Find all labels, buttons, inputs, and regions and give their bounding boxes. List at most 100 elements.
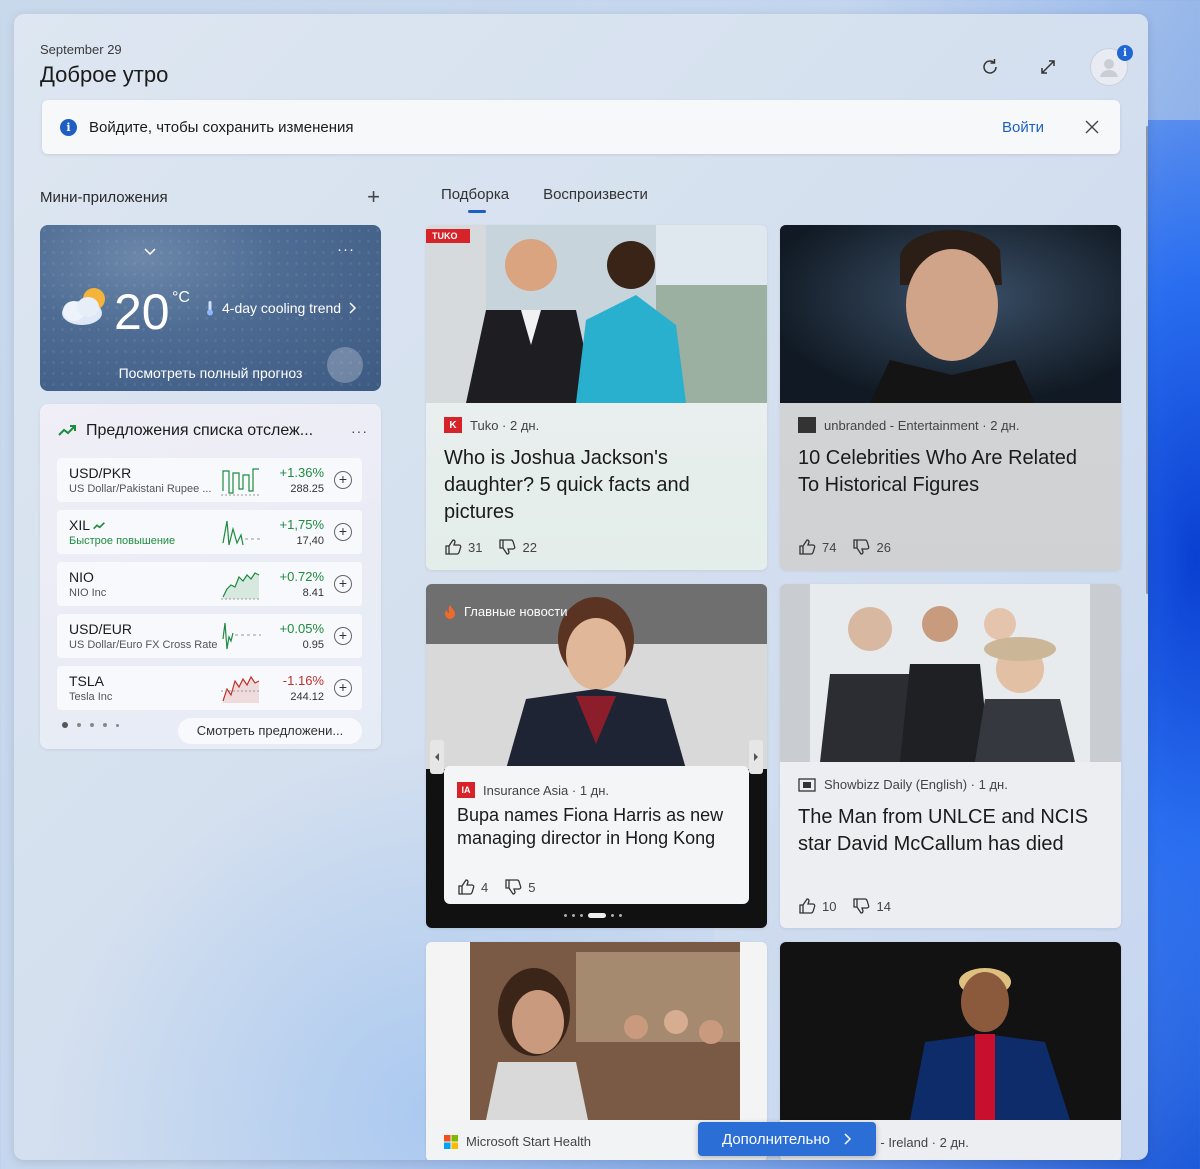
- stock-row[interactable]: NIO NIO Inc +0.72% 8.41 +: [57, 562, 362, 606]
- reactions: 31 22: [444, 538, 553, 556]
- news-headline[interactable]: Who is Joshua Jackson's daughter? 5 quic…: [444, 445, 744, 526]
- dislike-count: 22: [522, 539, 537, 555]
- thumbs-up-icon: [799, 898, 816, 914]
- stock-name: Быстрое повышение: [69, 535, 176, 547]
- news-headline[interactable]: The Man from UNLCE and NCIS star David M…: [798, 804, 1098, 858]
- sparkline: [222, 622, 261, 650]
- news-image: [780, 584, 1121, 762]
- widgets-title: Мини-приложения: [40, 188, 168, 206]
- stock-change: -1.16%: [282, 673, 324, 688]
- news-source: K Tuko · 2 дн.: [444, 417, 539, 433]
- add-stock-button[interactable]: +: [334, 471, 352, 489]
- add-stock-button[interactable]: +: [334, 627, 352, 645]
- stock-row[interactable]: XIL Быстрое повышение +1,75% 17,40 +: [57, 510, 362, 554]
- top-stories-carousel[interactable]: Главные новости IA Insurance Asia · 1 дн…: [426, 584, 767, 928]
- watchlist-title: Предложения списка отслеж...: [86, 422, 314, 439]
- thumbs-down-icon: [853, 898, 870, 914]
- thumbs-up-icon: [445, 539, 462, 555]
- weather-widget[interactable]: ··· 20 °C 4-day cooling trend Посмотреть…: [40, 225, 381, 391]
- image-tag: TUKO: [432, 231, 458, 241]
- expand-icon: [1041, 60, 1055, 74]
- carousel-pager[interactable]: [564, 913, 622, 918]
- news-headline[interactable]: Bupa names Fiona Harris as new managing …: [457, 804, 742, 850]
- chevron-down-icon: [144, 248, 156, 256]
- thermometer-icon: [207, 301, 213, 316]
- stock-change: +1.36%: [279, 465, 324, 480]
- trending-up-icon: [93, 522, 106, 530]
- chevron-left-icon: [435, 753, 439, 761]
- dislike-button[interactable]: 22: [498, 538, 537, 556]
- carousel-next-button[interactable]: [749, 740, 763, 774]
- add-stock-button[interactable]: +: [334, 523, 352, 541]
- signin-link[interactable]: Войти: [1002, 119, 1044, 136]
- news-card[interactable]: unbranded - Entertainment · 2 дн. 10 Cel…: [780, 225, 1121, 570]
- partly-cloudy-icon: [58, 283, 114, 336]
- news-headline[interactable]: 10 Celebrities Who Are Related To Histor…: [798, 445, 1098, 499]
- sparkline: [221, 572, 261, 600]
- feed-scrollbar[interactable]: [1146, 126, 1148, 594]
- stock-symbol: USD/EUR: [69, 621, 133, 637]
- stock-price: 17,40: [296, 535, 324, 547]
- news-card[interactable]: TUKO K Tuko · 2 дн. Who is Joshua Jackso…: [426, 225, 767, 570]
- like-button[interactable]: 10: [798, 897, 836, 915]
- stock-price: 288.25: [290, 483, 324, 495]
- refresh-button[interactable]: [974, 51, 1006, 83]
- close-banner-button[interactable]: [1082, 117, 1102, 137]
- info-icon: i: [60, 118, 77, 136]
- like-count: 31: [468, 539, 483, 555]
- temperature-value: 20: [114, 284, 170, 340]
- weather-trend[interactable]: 4-day cooling trend: [206, 300, 357, 316]
- watchlist-more-button[interactable]: ···: [351, 423, 368, 439]
- weather-more-button[interactable]: ···: [337, 241, 355, 258]
- sparkline: [221, 675, 261, 703]
- stock-name: US Dollar/Euro FX Cross Rate: [69, 639, 218, 651]
- chevron-right-icon: [844, 1133, 852, 1145]
- stock-row[interactable]: USD/PKR US Dollar/Pakistani Rupee ... +1…: [57, 458, 362, 502]
- section-label: Главные новости: [444, 604, 568, 619]
- news-source: unbranded - Entertainment · 2 дн.: [798, 417, 1019, 433]
- news-card[interactable]: Showbizz Daily (English) · 1 дн. The Man…: [780, 584, 1121, 928]
- more-button[interactable]: Дополнительно: [698, 1122, 876, 1156]
- stock-row[interactable]: TSLA Tesla Inc -1.16% 244.12 +: [57, 666, 362, 710]
- dislike-button[interactable]: 26: [852, 538, 891, 556]
- dislike-button[interactable]: 14: [852, 897, 891, 915]
- avatar[interactable]: i: [1090, 45, 1133, 86]
- add-stock-button[interactable]: +: [334, 575, 352, 593]
- watchlist-pager[interactable]: [62, 722, 119, 728]
- thumbs-down-icon: [499, 539, 516, 555]
- dislike-button[interactable]: 5: [504, 878, 535, 896]
- news-source: IA Insurance Asia · 1 дн.: [457, 782, 609, 798]
- add-stock-button[interactable]: +: [334, 679, 352, 697]
- location-dropdown[interactable]: [144, 243, 156, 261]
- like-button[interactable]: 4: [457, 878, 488, 896]
- weather-thumbnail: [327, 347, 363, 383]
- more-label: Дополнительно: [722, 1130, 830, 1148]
- see-suggestions-button[interactable]: Смотреть предложени...: [178, 718, 362, 744]
- expand-button[interactable]: [1032, 51, 1064, 83]
- close-icon: [1085, 120, 1099, 134]
- sparkline: [222, 520, 261, 546]
- dislike-count: 14: [876, 898, 891, 914]
- stock-symbol: XIL: [69, 517, 106, 533]
- user-icon: [1100, 59, 1118, 77]
- thumbs-up-icon: [458, 879, 475, 895]
- like-button[interactable]: 74: [798, 538, 836, 556]
- widgets-panel: September 29 Доброе утро i i Войдите, чт…: [14, 14, 1148, 1160]
- carousel-story[interactable]: IA Insurance Asia · 1 дн. Bupa names Fio…: [444, 766, 749, 904]
- tab-play[interactable]: Воспроизвести: [543, 186, 648, 203]
- stock-name: NIO Inc: [69, 587, 107, 599]
- stock-name: US Dollar/Pakistani Rupee ...: [69, 483, 212, 495]
- sparkline: [221, 468, 261, 496]
- stock-row[interactable]: USD/EUR US Dollar/Euro FX Cross Rate +0.…: [57, 614, 362, 658]
- tab-featured[interactable]: Подборка: [441, 186, 509, 213]
- news-image: [780, 225, 1121, 403]
- stock-symbol: NIO: [69, 569, 94, 585]
- reactions: 74 26: [798, 538, 907, 556]
- watchlist-widget: Предложения списка отслеж... ··· USD/PKR…: [40, 404, 381, 749]
- flame-icon: [445, 604, 455, 619]
- like-button[interactable]: 31: [444, 538, 482, 556]
- feed-tabs: Подборка Воспроизвести: [441, 186, 648, 213]
- header-actions: i: [974, 45, 1133, 86]
- add-widget-button[interactable]: +: [367, 186, 380, 208]
- carousel-prev-button[interactable]: [430, 740, 444, 774]
